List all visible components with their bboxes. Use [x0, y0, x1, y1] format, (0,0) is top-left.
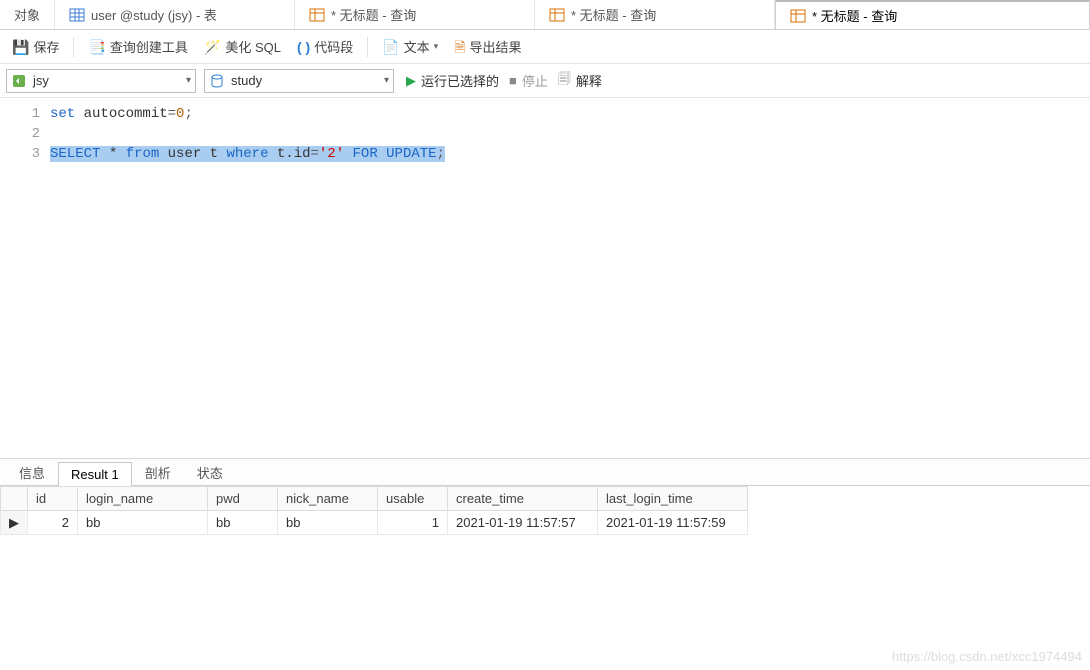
cell[interactable]: bb [208, 511, 278, 535]
explain-label: 解释 [576, 71, 602, 90]
save-icon: 💾 [12, 40, 29, 54]
query-icon [309, 7, 325, 23]
run-selected-button[interactable]: ▶ 运行已选择的 [406, 71, 499, 90]
result-tab-info[interactable]: 信息 [6, 458, 58, 486]
cell[interactable]: 2 [28, 511, 78, 535]
beautify-sql-button[interactable]: 🪄 美化 SQL [198, 34, 287, 59]
result-grid-wrapper: idlogin_namepwdnick_nameusablecreate_tim… [0, 486, 1090, 535]
main-toolbar: 💾 保存 📑 查询创建工具 🪄 美化 SQL ( ) 代码段 📄 文本 ▾ 🗎 … [0, 30, 1090, 64]
tab-label: * 无标题 - 查询 [812, 6, 897, 25]
cell[interactable]: bb [78, 511, 208, 535]
export-results-button[interactable]: 🗎 导出结果 [448, 34, 527, 59]
line-gutter: 123 [0, 98, 50, 458]
run-label: 运行已选择的 [421, 71, 499, 90]
connection-icon [11, 73, 27, 89]
query-builder-icon: 📑 [88, 40, 105, 54]
profile-tab-label: 剖析 [145, 466, 171, 481]
result-tab-profile[interactable]: 剖析 [132, 458, 184, 486]
separator [367, 37, 368, 57]
column-header[interactable]: create_time [448, 487, 598, 511]
row-marker: ▶ [1, 511, 28, 535]
connection-combo[interactable]: jsy ▾ [6, 69, 196, 93]
result-grid[interactable]: idlogin_namepwdnick_nameusablecreate_tim… [0, 486, 748, 535]
code-line[interactable]: set autocommit=0; [50, 104, 1090, 124]
document-icon: 📄 [382, 40, 399, 54]
query-icon [790, 8, 806, 24]
tab-table-user[interactable]: user @study (jsy) - 表 [55, 0, 295, 29]
text-label: 文本 [404, 37, 430, 56]
sql-editor[interactable]: 123 set autocommit=0; SELECT * from user … [0, 98, 1090, 458]
connection-value: jsy [33, 73, 49, 88]
stop-icon: ■ [509, 73, 517, 88]
code-line[interactable] [50, 124, 1090, 144]
line-number: 3 [0, 144, 40, 164]
tab-query-2[interactable]: * 无标题 - 查询 [535, 0, 775, 29]
snippet-label: 代码段 [314, 37, 353, 56]
chevron-down-icon: ▾ [186, 75, 191, 86]
database-combo[interactable]: study ▾ [204, 69, 394, 93]
code-area[interactable]: set autocommit=0; SELECT * from user t wh… [50, 98, 1090, 458]
cell[interactable]: bb [278, 511, 378, 535]
stop-button: ■ 停止 [509, 71, 548, 90]
cell[interactable]: 1 [378, 511, 448, 535]
column-header[interactable]: last_login_time [598, 487, 748, 511]
export-label: 导出结果 [469, 37, 521, 56]
play-icon: ▶ [406, 73, 416, 89]
result-tab-result1[interactable]: Result 1 [58, 462, 132, 486]
tab-label: * 无标题 - 查询 [571, 5, 656, 24]
info-tab-label: 信息 [19, 466, 45, 481]
separator [73, 37, 74, 57]
export-icon: 🗎 [454, 40, 465, 54]
result-tab-status[interactable]: 状态 [184, 458, 236, 486]
column-header[interactable]: pwd [208, 487, 278, 511]
chevron-down-icon: ▾ [434, 42, 439, 51]
tab-query-3-active[interactable]: * 无标题 - 查询 [775, 0, 1090, 29]
watermark: https://blog.csdn.net/xcc1974494 [892, 649, 1082, 664]
table-icon [69, 7, 85, 23]
query-icon [549, 7, 565, 23]
tab-query-1[interactable]: * 无标题 - 查询 [295, 0, 535, 29]
database-value: study [231, 73, 262, 88]
document-tab-bar: 对象 user @study (jsy) - 表 * 无标题 - 查询 * 无标… [0, 0, 1090, 30]
query-builder-label: 查询创建工具 [110, 37, 188, 56]
tab-label: * 无标题 - 查询 [331, 5, 416, 24]
query-builder-button[interactable]: 📑 查询创建工具 [82, 34, 193, 59]
text-button[interactable]: 📄 文本 ▾ [376, 34, 444, 59]
table-row[interactable]: ▶2bbbbbb12021-01-19 11:57:572021-01-19 1… [1, 511, 748, 535]
result-tab-bar: 信息 Result 1 剖析 状态 [0, 458, 1090, 486]
parens-icon: ( ) [297, 40, 310, 54]
column-header[interactable]: usable [378, 487, 448, 511]
database-icon [209, 73, 225, 89]
beautify-label: 美化 SQL [225, 37, 281, 56]
line-number: 2 [0, 124, 40, 144]
chevron-down-icon: ▾ [384, 75, 389, 86]
line-number: 1 [0, 104, 40, 124]
connection-toolbar: jsy ▾ study ▾ ▶ 运行已选择的 ■ 停止 🗐 解释 [0, 64, 1090, 98]
tab-label: user @study (jsy) - 表 [91, 5, 217, 24]
explain-icon: 🗐 [558, 70, 571, 92]
cell[interactable]: 2021-01-19 11:57:57 [448, 511, 598, 535]
column-header[interactable]: id [28, 487, 78, 511]
wand-icon: 🪄 [204, 40, 221, 54]
snippet-button[interactable]: ( ) 代码段 [291, 34, 359, 59]
result-tab-label: Result 1 [71, 467, 119, 482]
save-label: 保存 [33, 37, 59, 56]
stop-label: 停止 [522, 71, 548, 90]
save-button[interactable]: 💾 保存 [6, 34, 65, 59]
code-line[interactable]: SELECT * from user t where t.id='2' FOR … [50, 144, 1090, 164]
cell[interactable]: 2021-01-19 11:57:59 [598, 511, 748, 535]
status-tab-label: 状态 [197, 466, 223, 481]
column-header[interactable]: login_name [78, 487, 208, 511]
column-header[interactable]: nick_name [278, 487, 378, 511]
tab-label: 对象 [14, 5, 40, 24]
tab-objects[interactable]: 对象 [0, 0, 55, 29]
row-marker-header [1, 487, 28, 511]
explain-button[interactable]: 🗐 解释 [558, 70, 602, 92]
